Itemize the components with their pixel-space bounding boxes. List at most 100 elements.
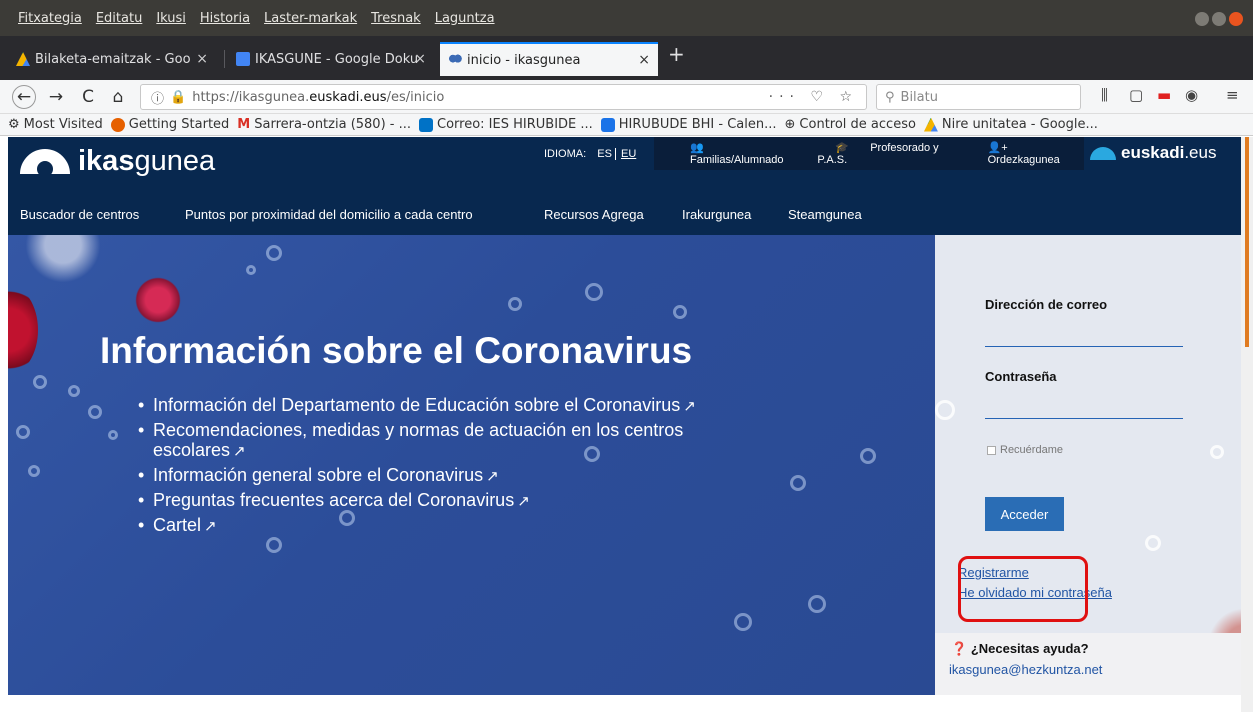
gmail-icon: M [237, 117, 251, 132]
tab-close-icon[interactable]: × [638, 52, 650, 68]
remember-checkbox[interactable] [987, 445, 996, 455]
tab-ikasgune-doc[interactable]: IKASGUNE - Google Doku × [228, 42, 434, 76]
password-field[interactable] [985, 393, 1183, 419]
profile-ordezkagunea[interactable]: 👤+ Ordezkagunea [970, 141, 1084, 166]
remember-me[interactable]: Recuérdame [987, 444, 1063, 456]
list-item[interactable]: Preguntas frecuentes acerca del Coronavi… [138, 490, 778, 512]
url-bar[interactable]: ⓘ 🔒 https://ikasgunea. euskadi.eus/es/ini… [140, 84, 867, 110]
tab-inicio-ikasgunea[interactable]: inicio - ikasgunea × [440, 42, 658, 76]
bubble-decoration [860, 448, 876, 464]
help-email-link[interactable]: ikasgunea@hezkuntza.net [949, 662, 1102, 677]
gear-icon: ⚙ [8, 117, 20, 132]
email-label: Dirección de correo [985, 297, 1108, 312]
lang-eu-link[interactable]: EU [621, 148, 636, 160]
nav-irakurgunea[interactable]: Irakurgunea [682, 207, 751, 222]
google-docs-icon [236, 52, 250, 66]
email-field[interactable] [985, 321, 1183, 347]
bubble-decoration [108, 430, 118, 440]
bubble-decoration [734, 613, 752, 631]
forward-button[interactable]: → [44, 85, 68, 109]
euskadi-light-text: .eus [1184, 143, 1217, 162]
profile-familias[interactable]: 👥 Familias/Alumnado [672, 141, 799, 166]
bookmark-drive[interactable]: Nire unitatea - Google... [923, 117, 1098, 132]
users-icon: 👥 [690, 142, 704, 154]
page-scrollbar[interactable] [1241, 137, 1253, 712]
bookmark-label: Getting Started [128, 117, 230, 132]
menu-laguntza[interactable]: Laguntza [435, 11, 495, 26]
web-page: ikasgunea IDIOMA: ES EU 👥 Familias/Alumn… [0, 137, 1253, 712]
reload-button[interactable]: C [76, 85, 100, 109]
list-item[interactable]: Información del Departamento de Educació… [138, 395, 778, 417]
bookmark-most-visited[interactable]: ⚙ Most Visited [8, 117, 103, 132]
language-switcher: IDIOMA: ES EU [544, 148, 636, 160]
bubble-decoration [1210, 445, 1224, 459]
extension-icon[interactable]: ◉ [1185, 86, 1198, 104]
nav-recursos-agrega[interactable]: Recursos Agrega [544, 207, 644, 222]
search-input[interactable]: ⚲ Bilatu [876, 84, 1081, 110]
close-window-button[interactable] [1229, 12, 1243, 26]
login-button[interactable]: Acceder [985, 497, 1064, 531]
menu-historia[interactable]: Historia [200, 11, 250, 26]
profile-profesorado[interactable]: 🎓 Profesorado y P.A.S. [817, 141, 951, 166]
pocket-icon[interactable]: ▬ [1157, 86, 1171, 104]
external-link-icon: ↗ [486, 468, 499, 485]
bookmark-calendar[interactable]: HIRUBUDE BHI - Calen... [600, 117, 777, 132]
bookmark-control-acceso[interactable]: ⊕ Control de acceso [785, 117, 916, 132]
tab-close-icon[interactable]: × [414, 51, 426, 67]
banner-title: Información sobre el Coronavirus [100, 330, 693, 371]
menu-ikusi[interactable]: Ikusi [156, 11, 186, 26]
minimize-button[interactable] [1195, 12, 1209, 26]
scrollbar-thumb[interactable] [1245, 137, 1249, 347]
nav-puntos-proximidad[interactable]: Puntos por proximidad del domicilio a ca… [185, 207, 473, 222]
sidebar-icon[interactable]: ▢ [1129, 86, 1143, 104]
new-tab-button[interactable]: + [668, 42, 685, 66]
logo-bold-text: ikas [78, 145, 135, 177]
bubble-decoration [68, 385, 80, 397]
link-text[interactable]: Información del Departamento de Educació… [153, 395, 680, 415]
bookmark-getting-started[interactable]: Getting Started [110, 117, 230, 132]
hamburger-menu-icon[interactable]: ≡ [1226, 86, 1239, 104]
password-label: Contraseña [985, 369, 1057, 384]
library-icon[interactable]: ⫼ [1101, 86, 1108, 104]
lock-icon: 🔒 [170, 89, 187, 105]
back-button[interactable]: ← [12, 85, 36, 109]
menu-editatu[interactable]: Editatu [96, 11, 142, 26]
lang-es-link[interactable]: ES [597, 148, 612, 160]
bubble-decoration [246, 265, 256, 275]
link-text[interactable]: Preguntas frecuentes acerca del Coronavi… [153, 490, 514, 510]
page-actions-icons[interactable]: ··· ♡ ☆ [769, 89, 858, 105]
menu-tresnak[interactable]: Tresnak [371, 11, 421, 26]
site-header: ikasgunea IDIOMA: ES EU 👥 Familias/Alumn… [8, 137, 1241, 235]
link-text[interactable]: Cartel [153, 515, 201, 535]
bookmark-label: Control de acceso [799, 117, 916, 132]
bookmark-correo[interactable]: Correo: IES HIRUBIDE ... [419, 117, 593, 132]
tab-label: Bilaketa-emaitzak - Goo [35, 51, 191, 67]
ikasgunea-logo[interactable]: ikasgunea [20, 145, 215, 178]
list-item[interactable]: Cartel↗ [138, 515, 778, 537]
euskadi-bold-text: euskadi [1121, 143, 1185, 162]
url-path: /es/inicio [386, 89, 445, 105]
maximize-button[interactable] [1212, 12, 1226, 26]
bubble-decoration [33, 375, 47, 389]
nav-buscador-centros[interactable]: Buscador de centros [20, 207, 139, 222]
graduation-cap-icon: 🎓 [835, 142, 853, 154]
menu-laster-markak[interactable]: Laster-markak [264, 11, 357, 26]
info-icon[interactable]: ⓘ [151, 88, 164, 107]
external-link-icon: ↗ [204, 518, 217, 535]
home-button[interactable]: ⌂ [106, 85, 130, 109]
profile-label: Familias/Alumnado [690, 154, 784, 166]
nav-steamgunea[interactable]: Steamgunea [788, 207, 862, 222]
profile-links: 👥 Familias/Alumnado 🎓 Profesorado y P.A.… [654, 137, 1084, 170]
list-item[interactable]: Recomendaciones, medidas y normas de act… [138, 420, 778, 462]
login-panel: Dirección de correo Contraseña Recuérdam… [935, 235, 1253, 695]
euskadi-logo[interactable]: euskadi .eus [1090, 143, 1216, 163]
bookmark-gmail[interactable]: M Sarrera-ontzia (580) - ... [237, 117, 411, 132]
menu-fitxategia[interactable]: Fitxategia [18, 11, 82, 26]
logo-light-text: gunea [134, 145, 216, 177]
bubble-decoration [585, 283, 603, 301]
list-item[interactable]: Información general sobre el Coronavirus… [138, 465, 778, 487]
tab-close-icon[interactable]: × [196, 51, 208, 67]
tab-search-results[interactable]: Bilaketa-emaitzak - Goo × [8, 42, 216, 76]
link-text[interactable]: Información general sobre el Coronavirus [153, 465, 483, 485]
logo-arc-icon [20, 149, 70, 174]
